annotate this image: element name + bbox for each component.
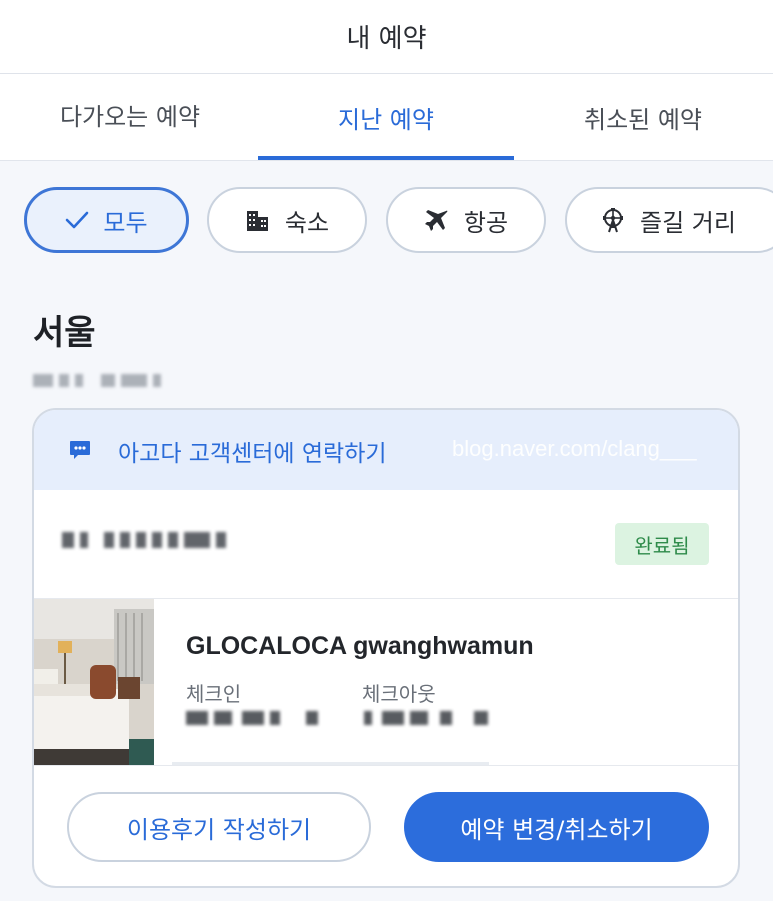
chat-bubble-icon (68, 438, 92, 466)
change-cancel-booking-button[interactable]: 예약 변경/취소하기 (404, 792, 709, 862)
redacted-checkin-date (186, 710, 324, 729)
status-badge: 완료됨 (615, 523, 709, 565)
filter-chip-all[interactable]: 모두 (24, 187, 189, 253)
check-icon (65, 210, 89, 230)
filter-chip-label: 항공 (463, 208, 509, 237)
tab-cancelled[interactable]: 취소된 예약 (548, 74, 738, 160)
filter-chip-stay[interactable]: 숙소 (207, 187, 367, 253)
filter-chip-label: 즐길 거리 (640, 208, 736, 237)
building-icon (245, 207, 271, 233)
redacted-booking-id (62, 532, 232, 552)
booking-tabs: 다가오는 예약 지난 예약 취소된 예약 (0, 74, 773, 161)
support-label: 아고다 고객센터에 연락하기 (118, 441, 387, 467)
page-title: 내 예약 (346, 24, 427, 54)
redacted-checkout-date (364, 710, 494, 729)
active-tab-indicator (258, 156, 514, 160)
ferris-wheel-icon (600, 207, 626, 233)
watermark-text: blog.naver.com/clang___ (452, 436, 697, 461)
city-heading: 서울 (33, 313, 96, 353)
checkout-label: 체크아웃 (362, 682, 436, 706)
app-header: 내 예약 (0, 0, 773, 74)
contact-support-link[interactable]: 아고다 고객센터에 연락하기 blog.naver.com/clang___ (34, 410, 738, 490)
tab-upcoming[interactable]: 다가오는 예약 (55, 74, 205, 160)
filter-chip-label: 숙소 (284, 208, 330, 237)
checkin-label: 체크인 (186, 682, 242, 706)
hotel-name[interactable]: GLOCALOCA gwanghwamun (186, 632, 534, 661)
redacted-date (33, 372, 167, 391)
filter-chip-flight[interactable]: 항공 (386, 187, 546, 253)
booking-card: 아고다 고객센터에 연락하기 blog.naver.com/clang___ 완… (32, 408, 740, 888)
tab-past[interactable]: 지난 예약 (258, 74, 514, 160)
airplane-icon (424, 207, 450, 233)
hotel-photo[interactable] (34, 599, 154, 765)
filter-chip-label: 모두 (103, 208, 148, 237)
filter-chip-activity[interactable]: 즐길 거리 (565, 187, 773, 253)
divider (34, 765, 738, 766)
write-review-button[interactable]: 이용후기 작성하기 (67, 792, 371, 862)
